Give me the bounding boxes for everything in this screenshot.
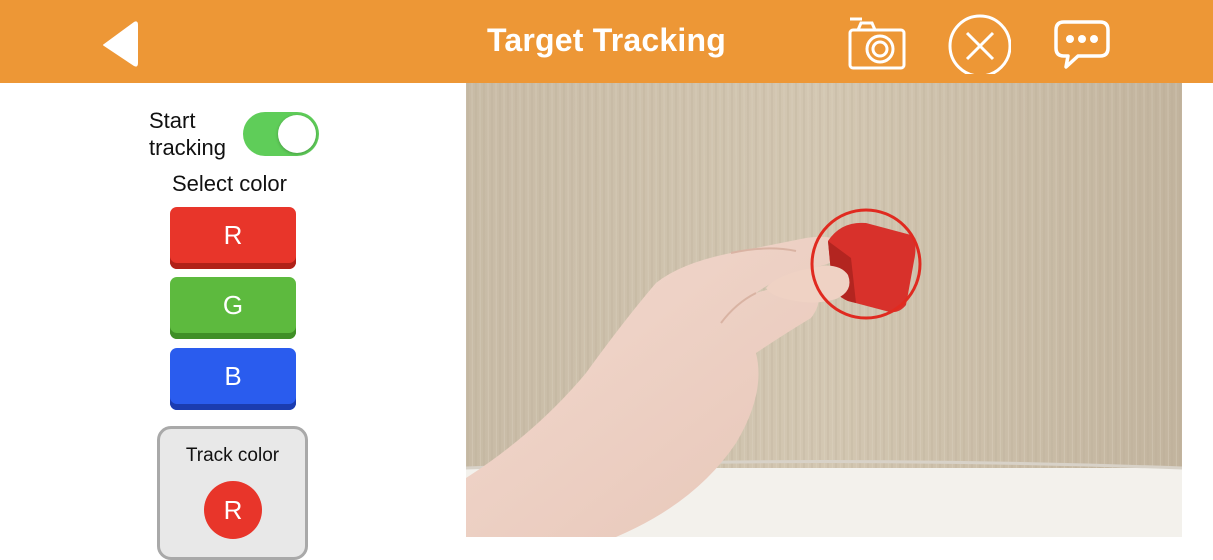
track-color-box: Track color R <box>157 426 308 560</box>
select-color-label: Select color <box>172 171 287 196</box>
close-circle-icon <box>948 14 1012 78</box>
toggle-knob <box>278 115 316 153</box>
track-color-indicator: R <box>204 481 262 539</box>
page-title: Target Tracking <box>487 22 726 58</box>
chat-bubble-icon <box>1054 20 1110 69</box>
close-button[interactable] <box>945 12 1012 78</box>
color-button-red[interactable]: R <box>170 207 296 269</box>
top-bar: Target Tracking <box>0 0 1213 83</box>
start-tracking-label: Start tracking <box>149 108 227 160</box>
camera-feed-image <box>466 83 1182 537</box>
camera-button[interactable] <box>844 12 910 74</box>
start-tracking-toggle[interactable] <box>243 112 319 156</box>
camera-feed <box>466 83 1182 537</box>
camera-icon <box>848 17 906 70</box>
control-panel: Start tracking Select color R G B Track … <box>0 83 466 560</box>
color-button-blue[interactable]: B <box>170 348 296 410</box>
track-color-label: Track color <box>185 445 280 466</box>
chat-button[interactable] <box>1050 12 1116 74</box>
color-button-green[interactable]: G <box>170 277 296 339</box>
